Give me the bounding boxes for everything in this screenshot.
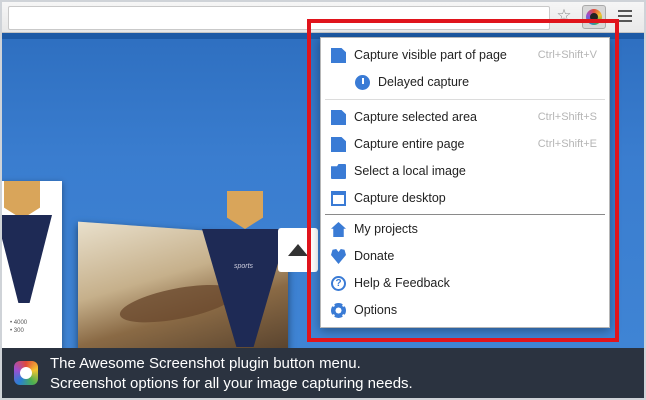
jersey-text: sports bbox=[234, 263, 254, 270]
caption-line-1: The Awesome Screenshot plugin button men… bbox=[50, 355, 361, 372]
mountain-icon bbox=[288, 244, 308, 256]
left-card-stats: • 4000 • 300 bbox=[10, 319, 27, 335]
caption-bar: The Awesome Screenshot plugin button men… bbox=[2, 348, 644, 398]
red-highlight-box bbox=[307, 19, 619, 342]
caption-line-2: Screenshot options for all your image ca… bbox=[50, 375, 413, 392]
browser-menu-icon[interactable] bbox=[618, 10, 632, 25]
center-price-tag bbox=[227, 191, 263, 229]
stat-line: • 300 bbox=[10, 328, 24, 334]
awesome-screenshot-logo-icon bbox=[14, 361, 38, 385]
stat-line: • 4000 bbox=[10, 320, 28, 326]
